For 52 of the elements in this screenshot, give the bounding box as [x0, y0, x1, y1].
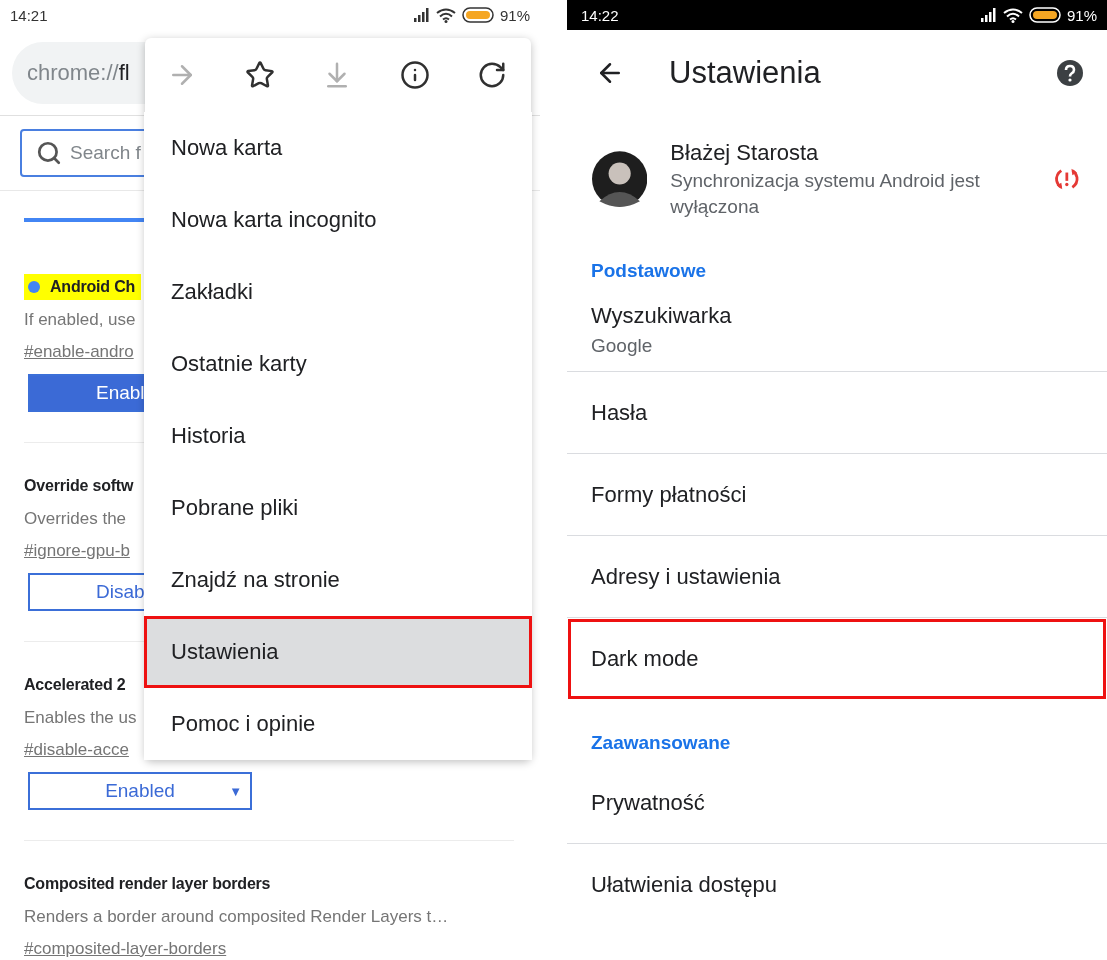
clock: 14:22 [581, 6, 619, 24]
search-icon [36, 140, 62, 166]
settings-row[interactable]: Dark mode [567, 618, 1107, 700]
wifi-icon [435, 7, 456, 23]
menu-item[interactable]: Ostatnie karty [144, 328, 532, 400]
settings-row[interactable]: Wyszukiwarka Google [567, 290, 1107, 372]
menu-item[interactable]: Zakładki [144, 256, 532, 328]
flag-link[interactable]: #enable-andro [24, 336, 134, 368]
wifi-icon [1002, 7, 1023, 23]
flag-description: Enables the us [24, 707, 137, 729]
select-field[interactable]: Enabled ▼ [28, 772, 252, 810]
menu-item[interactable]: Pobrane pliki [144, 472, 532, 544]
menu-item[interactable]: Historia [144, 400, 532, 472]
flag-description: Overrides the [24, 508, 127, 530]
flag-link[interactable]: #ignore-gpu-b [24, 535, 130, 567]
battery-icon [1028, 7, 1061, 23]
menu-item[interactable]: Znajdź na stronie [144, 544, 532, 616]
row-subtitle: Google [591, 333, 654, 358]
menu-item[interactable]: Ustawienia [144, 616, 532, 688]
avatar [592, 149, 648, 209]
menu-item[interactable]: Nowa karta [144, 112, 532, 184]
flag-link[interactable]: #disable-acce [24, 734, 129, 766]
menu-item[interactable]: Nowa karta incognito [144, 184, 532, 256]
flag-description: If enabled, use [24, 309, 136, 331]
flag-title: Override softw [24, 476, 134, 496]
status-dot [28, 281, 40, 293]
settings-row[interactable]: Formy płatności [567, 454, 1107, 536]
settings-row[interactable]: Hasła [567, 372, 1107, 454]
flag-title: Android Ch [24, 274, 142, 300]
page-title: Ustawienia [669, 55, 822, 91]
settings-row[interactable]: Adresy i ustawienia [567, 536, 1107, 618]
flag-title: Composited render layer borders [24, 874, 271, 894]
settings-row[interactable]: Prywatność [567, 762, 1107, 844]
battery-icon [461, 7, 494, 23]
star-icon[interactable] [244, 60, 275, 90]
battery-percent: 91% [1066, 6, 1097, 24]
settings-row[interactable]: Ułatwienia dostępu [567, 844, 1107, 926]
refresh-icon[interactable] [477, 60, 507, 90]
section-heading: Zaawansowane [590, 731, 732, 755]
clock: 14:21 [10, 6, 48, 24]
menu-item[interactable]: Pomoc i opinie [144, 688, 532, 760]
sync-status: Synchronizacja systemu Android jest wyłączona [670, 169, 981, 219]
signal-icon [980, 8, 997, 22]
info-icon[interactable] [399, 60, 430, 90]
flag-title: Accelerated 2 [24, 675, 126, 695]
account-name: Błażej Starosta [670, 139, 820, 167]
section-heading: Podstawowe [590, 259, 708, 283]
battery-percent: 91% [499, 6, 530, 24]
help-icon[interactable] [1057, 60, 1083, 86]
flag-description: Renders a border around composited Render Layers t… [24, 906, 449, 928]
flag-link[interactable]: #composited-layer-borders [24, 933, 227, 960]
signal-icon [413, 8, 430, 22]
